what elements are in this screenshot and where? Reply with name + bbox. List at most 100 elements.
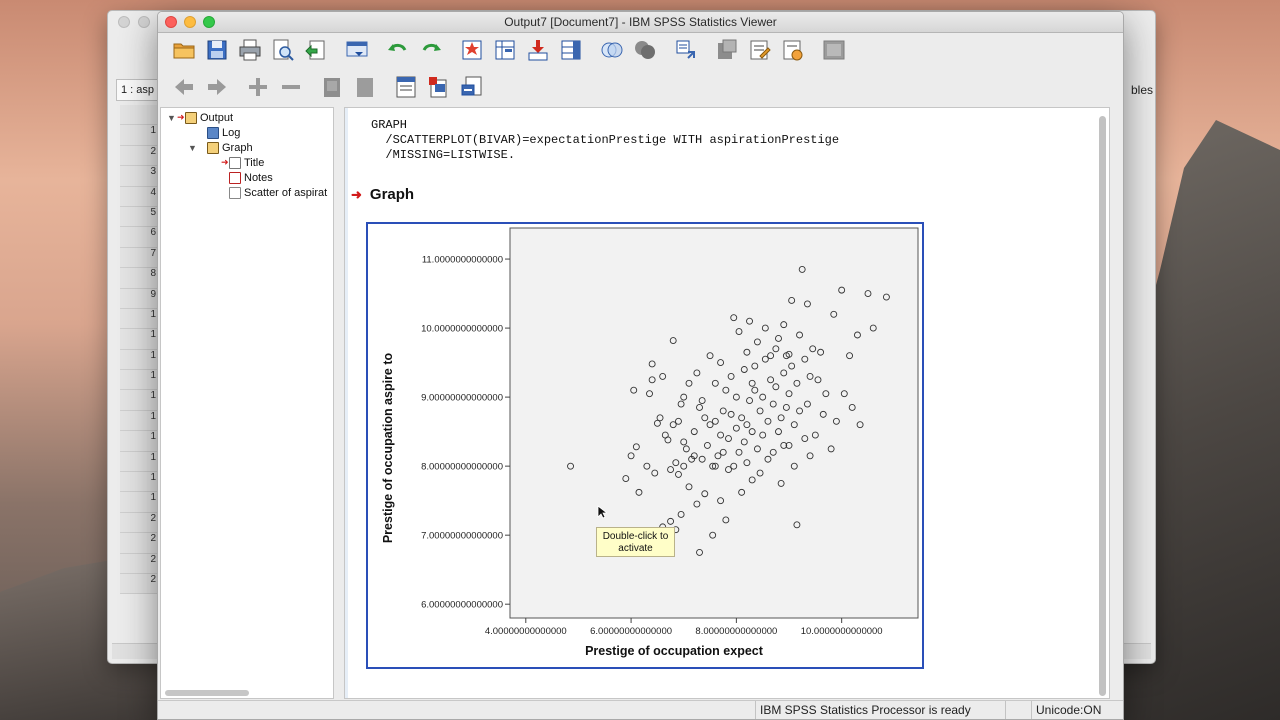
x-tick-label: 4.00000000000000 [485,626,567,637]
print-icon[interactable] [236,36,264,64]
content-pane[interactable]: GRAPH /SCATTERPLOT(BIVAR)=expectationPre… [344,107,1110,699]
promote-icon[interactable] [672,36,700,64]
open-folder-icon[interactable] [170,36,198,64]
x-tick-label: 6.00000000000000 [590,626,672,637]
undo-icon[interactable] [384,36,412,64]
window-title: Output7 [Document7] - IBM SPSS Statistic… [504,15,777,29]
row-number: 1 [120,431,158,452]
row-number: 6 [120,227,158,248]
current-item-arrow-icon: ➜ [351,186,362,202]
y-tick-label: 10.0000000000000 [421,324,503,335]
y-tick-label: 9.00000000000000 [421,393,503,404]
save-icon[interactable] [203,36,231,64]
vertical-scrollbar[interactable] [1099,116,1106,696]
expand-icon [244,73,272,101]
outline-pane[interactable]: ▼ ➜ Output Log ▼ Graph ➜ Title Notes Sca… [160,107,334,699]
new-text-icon[interactable] [779,36,807,64]
y-tick-label: 7.00000000000000 [421,531,503,542]
designate-window-icon[interactable] [713,36,741,64]
title-bar: Output7 [Document7] - IBM SPSS Statistic… [158,12,1123,33]
goto-case-icon[interactable] [458,36,486,64]
mouse-cursor-icon [597,505,607,519]
goto-variable-icon[interactable] [491,36,519,64]
x-axis-label: Prestige of occupation expect [585,644,764,658]
show-icon [318,73,346,101]
tree-label: Title [244,156,265,169]
print-preview-icon[interactable] [269,36,297,64]
tree-node-log[interactable]: Log [207,125,240,140]
row-number: 1 [120,410,158,432]
main-toolbar [170,32,853,68]
minimize-button[interactable] [184,16,196,28]
x-tick-label: 8.00000000000000 [695,626,777,637]
tree-label: Scatter of aspirat [244,186,328,199]
plot-area [509,227,919,619]
current-item-arrow-icon: ➜ [221,157,229,167]
y-tick-label: 6.00000000000000 [421,600,503,611]
row-number: 3 [120,166,158,187]
current-item-arrow-icon: ➜ [177,112,185,122]
disclosure-triangle-icon[interactable]: ▼ [167,113,177,123]
graph-book-icon [207,141,219,154]
close-control[interactable] [118,16,130,28]
row-number: 2 [120,573,158,595]
tree-label: Output [200,111,234,124]
recall-dialog-icon[interactable] [343,36,371,64]
row-number: 1 [120,472,158,493]
minimize-control[interactable] [138,16,150,28]
collapse-icon [277,73,305,101]
graph-heading: ➜ Graph [351,186,414,203]
row-number: 1 [120,390,158,411]
y-axis-label: Prestige of occupation aspire to [381,352,395,543]
scatter-chart-icon [229,186,241,199]
insert-heading-icon[interactable] [392,73,420,101]
row-number [120,105,158,126]
content-margin [345,108,348,698]
status-bar: IBM SPSS Statistics Processor is ready U… [158,700,1123,719]
insert-title-icon[interactable] [425,73,453,101]
insert-cases-icon[interactable] [524,36,552,64]
y-tick-label: 8.00000000000000 [421,462,503,473]
tree-label: Notes [244,171,273,184]
row-number: 2 [120,553,158,574]
row-number: 1 [120,349,158,371]
tree-node-output[interactable]: ▼ ➜ Output [167,110,233,125]
row-number: 7 [120,247,158,269]
row-number: 5 [120,206,158,228]
disclosure-triangle-icon[interactable]: ▼ [188,143,207,153]
close-button[interactable] [165,16,177,28]
x-tick-label: 10.0000000000000 [801,626,883,637]
hide-items-icon [351,73,379,101]
syntax-log: GRAPH /SCATTERPLOT(BIVAR)=expectationPre… [371,118,840,162]
row-number-column: 12345678911111111112222 [120,105,158,595]
horizontal-scrollbar[interactable] [165,690,249,696]
tree-node-scatter[interactable]: Scatter of aspirat [229,185,327,200]
visible-variables-label: bles [1130,83,1153,97]
row-number: 2 [120,145,158,167]
redo-icon[interactable] [417,36,445,64]
row-number: 9 [120,288,158,309]
row-number: 8 [120,268,158,289]
row-number: 2 [120,533,158,554]
tree-node-notes[interactable]: Notes [229,170,273,185]
insert-variable-icon[interactable] [557,36,585,64]
export-icon[interactable] [302,36,330,64]
row-number: 4 [120,186,158,207]
tree-node-graph[interactable]: ▼ Graph [188,140,253,155]
hide-icon[interactable] [631,36,659,64]
zoom-button[interactable] [203,16,215,28]
y-tick-label: 11.0000000000000 [422,255,503,266]
output-book-icon [185,111,197,124]
show-all-icon[interactable] [598,36,626,64]
row-number: 1 [120,370,158,391]
outline-toolbar [170,69,491,105]
insert-text-icon[interactable] [458,73,486,101]
scatter-chart[interactable]: 4.00000000000000 6.00000000000000 8.000000… [366,222,924,669]
tree-node-title[interactable]: ➜ Title [221,155,264,170]
pane-splitter[interactable] [336,107,344,699]
row-number: 1 [120,492,158,513]
new-title-icon[interactable] [746,36,774,64]
processor-status: IBM SPSS Statistics Processor is ready [755,701,1005,719]
row-number: 1 [120,451,158,473]
notes-icon [229,171,241,184]
